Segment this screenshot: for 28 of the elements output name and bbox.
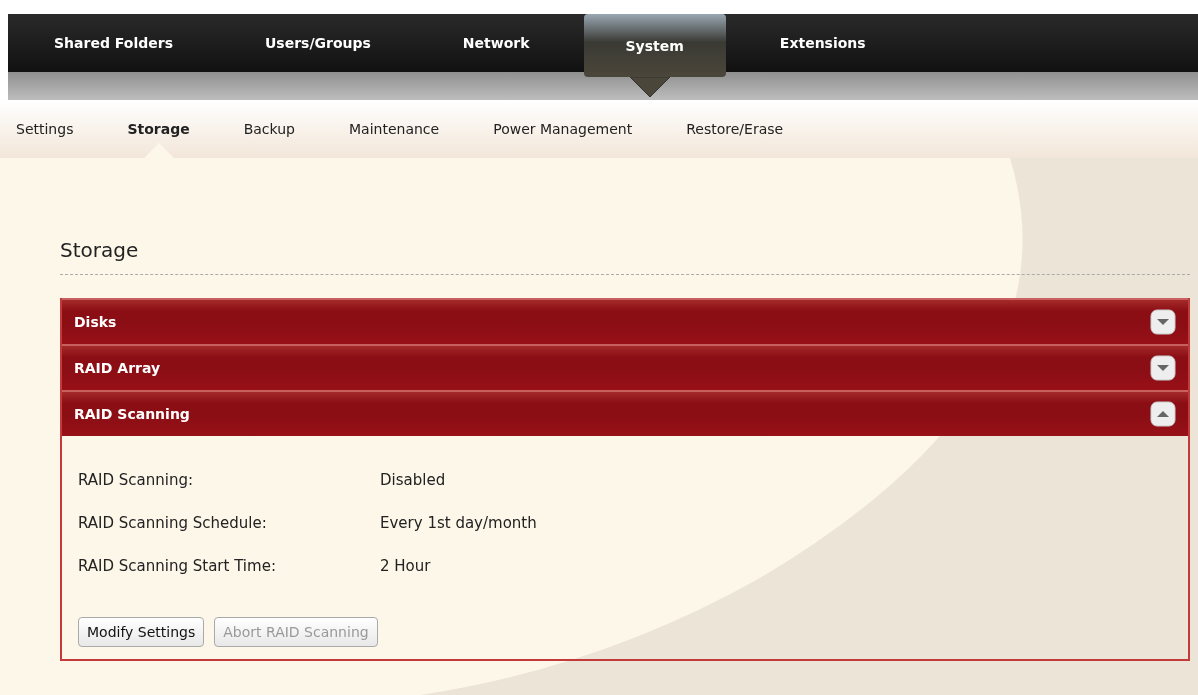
sub-tab[interactable]: Power Management bbox=[466, 100, 660, 158]
nav-tab[interactable]: Extensions bbox=[733, 14, 912, 72]
sub-tab[interactable]: Backup bbox=[216, 100, 322, 158]
field-label: RAID Scanning Schedule: bbox=[78, 513, 268, 532]
sub-tab[interactable]: Settings bbox=[0, 100, 101, 158]
expand-icon[interactable] bbox=[1150, 309, 1176, 335]
nav-tab[interactable]: Users/Groups bbox=[218, 14, 417, 72]
expand-icon[interactable] bbox=[1150, 355, 1176, 381]
sub-tab[interactable]: Maintenance bbox=[322, 100, 467, 158]
section-header[interactable]: RAID Array bbox=[62, 344, 1188, 390]
sub-tab[interactable]: Restore/Erase bbox=[659, 100, 811, 158]
field-value: Disabled bbox=[380, 470, 446, 489]
sub-tab[interactable]: Storage bbox=[100, 100, 217, 158]
page-title: Storage bbox=[60, 238, 139, 262]
nav-tab[interactable]: Network bbox=[416, 14, 576, 72]
collapse-icon[interactable] bbox=[1150, 401, 1176, 427]
section-title: RAID Scanning bbox=[74, 406, 190, 422]
section-header[interactable]: Disks bbox=[62, 298, 1188, 344]
field-value: 2 Hour bbox=[380, 556, 431, 575]
field-label: RAID Scanning: bbox=[78, 470, 195, 489]
action-button[interactable]: Modify Settings bbox=[78, 617, 205, 647]
pointer-icon bbox=[629, 77, 670, 99]
section-header[interactable]: RAID Scanning bbox=[62, 390, 1188, 436]
field-label: RAID Scanning Start Time: bbox=[78, 556, 277, 575]
section-title: Disks bbox=[74, 314, 117, 330]
section-title: RAID Array bbox=[74, 360, 161, 376]
field-value: Every 1st day/month bbox=[380, 513, 537, 532]
nav-tab[interactable]: Shared Folders bbox=[8, 14, 219, 72]
